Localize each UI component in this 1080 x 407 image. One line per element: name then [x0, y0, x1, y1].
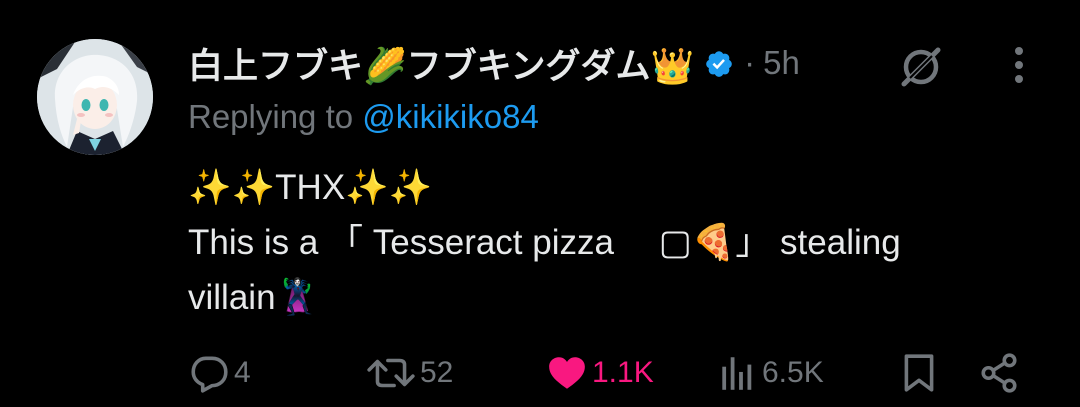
- replying-to: Replying to @kikikiko84: [188, 98, 539, 136]
- avatar-image: [37, 39, 153, 155]
- retweet-count: 52: [420, 356, 454, 389]
- more-options-icon[interactable]: [1004, 42, 1034, 88]
- avatar[interactable]: [37, 39, 153, 155]
- bookmark-button[interactable]: [898, 345, 940, 401]
- share-icon: [981, 353, 1017, 393]
- replying-to-handle[interactable]: @kikikiko84: [362, 98, 539, 135]
- reply-count: 4: [234, 356, 251, 389]
- tweet-body-line: This is a 「 Tesseract pizza ▢🍕」 stealing: [188, 223, 901, 262]
- tweet-body: ✨✨THX✨✨ This is a 「 Tesseract pizza ▢🍕」 …: [188, 160, 1048, 325]
- display-name[interactable]: 白上フブキ🌽フブキングダム👑: [188, 38, 694, 89]
- like-count: 1.1K: [592, 356, 654, 389]
- reply-icon: [191, 356, 228, 393]
- action-bar: 4 52 1.1K 6.5K: [0, 345, 1080, 401]
- timestamp[interactable]: 5h: [763, 44, 800, 82]
- tweet-body-line: villain🦹‍♀️: [188, 278, 320, 317]
- verified-badge-icon: [704, 49, 734, 79]
- tweet-body-line: ✨✨THX✨✨: [188, 168, 433, 207]
- replying-to-label: Replying to: [188, 98, 363, 135]
- bookmark-icon: [904, 354, 934, 392]
- views-icon: [722, 357, 752, 390]
- tweet-header: 白上フブキ🌽フブキングダム👑 · 5h: [188, 38, 800, 88]
- retweet-button[interactable]: 52: [366, 345, 453, 401]
- grok-icon[interactable]: [898, 44, 944, 90]
- like-button[interactable]: 1.1K: [546, 345, 654, 401]
- tweet[interactable]: 白上フブキ🌽フブキングダム👑 · 5h Replying to @kikikik…: [0, 0, 1080, 407]
- share-button[interactable]: [978, 345, 1020, 401]
- separator-dot: ·: [744, 44, 756, 81]
- heart-icon: [549, 357, 585, 389]
- views-button[interactable]: 6.5K: [716, 345, 824, 401]
- reply-button[interactable]: 4: [188, 345, 251, 401]
- retweet-icon: [367, 358, 415, 388]
- views-count: 6.5K: [762, 356, 824, 389]
